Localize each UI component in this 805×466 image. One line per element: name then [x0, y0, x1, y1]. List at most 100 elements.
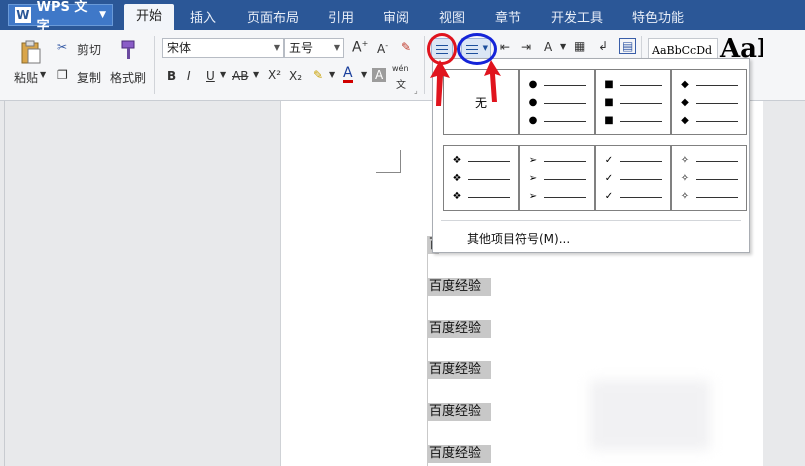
divider: [154, 36, 155, 94]
italic-button[interactable]: I: [187, 69, 191, 83]
menu-divider: [441, 220, 741, 221]
bullet-glyph: ❖: [452, 191, 462, 202]
tab-references[interactable]: 引用: [328, 7, 354, 26]
tab-chapter[interactable]: 章节: [495, 7, 521, 26]
tab-home[interactable]: 开始: [124, 4, 175, 30]
shrink-font-icon[interactable]: A-: [377, 41, 388, 56]
tab-view[interactable]: 视图: [439, 7, 465, 26]
bullet-glyph: ✓: [604, 155, 614, 166]
bullet-glyph: ➢: [528, 191, 538, 202]
cut-button[interactable]: 剪切: [77, 41, 101, 58]
bullet-glyph: ✓: [604, 173, 614, 184]
tab-insert[interactable]: 插入: [190, 7, 216, 26]
tab-developer[interactable]: 开发工具: [551, 7, 603, 26]
bullet-glyph: ✓: [604, 191, 614, 202]
bullet-option-none[interactable]: 无: [443, 69, 519, 135]
document-line-2[interactable]: 百度经验: [428, 278, 491, 296]
table-borders-icon[interactable]: ▦: [574, 39, 585, 53]
chevron-down-icon[interactable]: ▼: [560, 42, 566, 51]
text-margin: [427, 236, 428, 466]
subscript-button[interactable]: X₂: [289, 69, 302, 83]
copy-button[interactable]: 复制: [77, 69, 101, 86]
strikethrough-button[interactable]: AB: [232, 69, 248, 83]
chevron-down-icon[interactable]: ▼: [361, 70, 367, 79]
chevron-down-icon[interactable]: ▼: [253, 70, 259, 79]
tab-page-layout[interactable]: 页面布局: [247, 7, 299, 26]
document-line-6[interactable]: 百度经验: [428, 445, 491, 463]
annotation-red-arrow-right: [484, 60, 501, 102]
bullet-glyph: ✧: [680, 173, 690, 184]
page-corner-mark: [376, 150, 401, 173]
highlight-icon[interactable]: ✎: [313, 68, 323, 82]
bullet-glyph: ■: [604, 115, 614, 126]
bullet-glyph: ●: [528, 79, 538, 90]
document-line-5[interactable]: 百度经验: [428, 403, 491, 421]
bullet-glyph: ●: [528, 97, 538, 108]
bullet-glyph: ✧: [680, 155, 690, 166]
bullet-option-square[interactable]: ■ ■ ■: [595, 69, 671, 135]
format-painter-icon: [118, 38, 140, 62]
bullet-glyph: ➢: [528, 155, 538, 166]
frame-icon[interactable]: ▤: [619, 38, 637, 54]
document-left-gray: [0, 101, 281, 466]
style-preview-text: AaBbCcDd: [652, 44, 713, 57]
bullet-glyph: ❖: [452, 155, 462, 166]
bullet-glyph: ◆: [681, 115, 689, 126]
paste-icon[interactable]: [18, 38, 44, 66]
font-name-value: 宋体: [167, 41, 192, 55]
bullet-option-check[interactable]: ✓ ✓ ✓: [595, 145, 671, 211]
bullet-glyph: ■: [604, 97, 614, 108]
bullet-option-four-diamond[interactable]: ❖ ❖ ❖: [443, 145, 519, 211]
paste-button[interactable]: 粘贴: [14, 69, 38, 86]
chevron-down-icon[interactable]: ▼: [220, 70, 226, 79]
clear-format-icon[interactable]: ✎: [401, 40, 411, 54]
bullet-glyph: ◆: [681, 79, 689, 90]
pinyin-button[interactable]: wén: [392, 64, 409, 73]
chevron-down-icon[interactable]: ▼: [329, 70, 335, 79]
document-right-gray: [763, 101, 805, 466]
pinyin-char-icon: 文: [396, 80, 406, 91]
increase-indent-icon[interactable]: ⇥: [521, 40, 531, 54]
paste-dropdown-icon[interactable]: ▼: [40, 70, 46, 79]
bullet-option-arrow[interactable]: ➢ ➢ ➢: [519, 145, 595, 211]
bullet-glyph: ■: [604, 79, 614, 90]
bullet-option-circle[interactable]: ● ● ●: [519, 69, 595, 135]
bullet-option-star[interactable]: ✧ ✧ ✧: [671, 145, 747, 211]
font-name-select[interactable]: 宋体 ▼: [162, 38, 284, 58]
bullet-glyph: ✧: [680, 191, 690, 202]
grow-font-icon[interactable]: A+: [352, 39, 368, 56]
show-marks-icon[interactable]: ↲: [598, 39, 608, 53]
bullet-dropdown-menu: 无 ● ● ● ■ ■ ■ ◆ ◆ ◆ ❖ ❖ ❖ ➢ ➢ ➢ ✓ ✓ ✓ ✧ …: [432, 58, 750, 253]
bullet-glyph: ◆: [681, 97, 689, 108]
format-painter-button[interactable]: 格式刷: [110, 69, 146, 86]
bullet-option-diamond[interactable]: ◆ ◆ ◆: [671, 69, 747, 135]
app-menu-button[interactable]: W WPS 文字 ▼: [8, 0, 113, 34]
dialog-launcher-icon[interactable]: ⌟: [414, 86, 418, 95]
tab-review[interactable]: 审阅: [383, 7, 409, 26]
underline-button[interactable]: U: [206, 69, 215, 83]
font-color-button[interactable]: A: [343, 66, 353, 83]
font-size-value: 五号: [289, 41, 314, 55]
chinese-layout-icon[interactable]: A: [544, 40, 552, 54]
font-size-select[interactable]: 五号 ▼: [284, 38, 344, 58]
bullet-none-label: 无: [474, 96, 487, 110]
tab-special[interactable]: 特色功能: [632, 7, 684, 26]
bold-button[interactable]: B: [167, 69, 176, 83]
char-shading-button[interactable]: A: [372, 68, 387, 82]
chevron-down-icon: ▼: [99, 10, 106, 20]
document-line-3[interactable]: 百度经验: [428, 320, 491, 338]
more-bullets-menu-item[interactable]: 其他项目符号(M)...: [467, 230, 570, 247]
app-name: WPS 文字: [36, 0, 88, 34]
copy-icon: ❐: [57, 68, 68, 82]
annotation-red-arrow-left: [430, 60, 450, 106]
chevron-down-icon: ▼: [273, 43, 280, 52]
decrease-indent-icon[interactable]: ⇤: [500, 40, 510, 54]
bullet-glyph: ➢: [528, 173, 538, 184]
divider: [424, 36, 425, 94]
chevron-down-icon: ▼: [333, 43, 340, 52]
document-line-4[interactable]: 百度经验: [428, 361, 491, 379]
bullet-glyph: ●: [528, 115, 538, 126]
superscript-button[interactable]: X²: [268, 68, 281, 82]
watermark-area: [590, 380, 710, 450]
bullet-glyph: ❖: [452, 173, 462, 184]
